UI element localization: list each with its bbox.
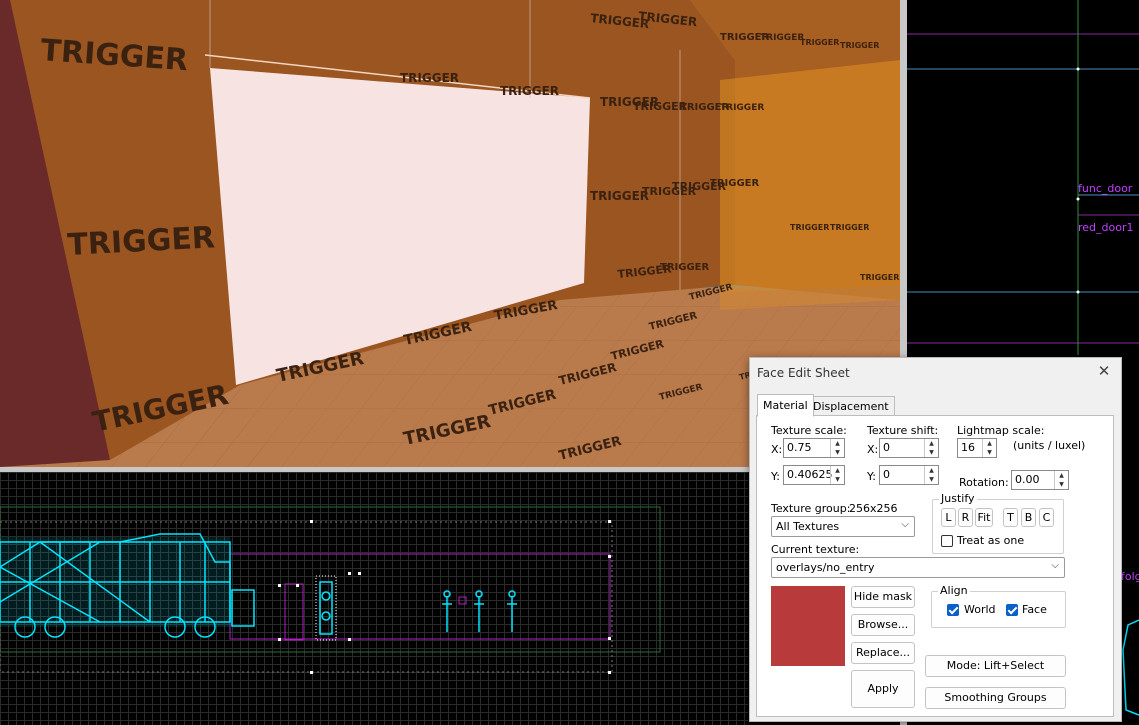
texture-scale-x-value: 0.75 [787,441,812,454]
spin-arrows[interactable]: ▲ ▼ [924,439,938,457]
trigger-text: TRIGGER [840,41,879,50]
face-edit-sheet: Face Edit Sheet ✕ Material Displacement … [749,357,1122,722]
lightmap-scale-value: 16 [961,441,975,454]
texture-shift-y-input[interactable]: 0 ▲ ▼ [879,465,939,485]
trigger-text: TRIGGER [860,273,899,282]
spin-arrows[interactable]: ▲ ▼ [830,439,844,457]
viewport-top-grid [907,0,1139,355]
texture-shift-y-label: Y: [867,470,876,483]
align-face-checkbox[interactable] [1006,604,1018,616]
lightmap-scale-input[interactable]: 16 ▲ ▼ [957,438,997,458]
chevron-down-icon: ⌵ [901,519,909,530]
mode-button[interactable]: Mode: Lift+Select [925,655,1066,677]
texture-group-value: All Textures [776,520,840,533]
justify-center-button[interactable]: C [1039,508,1054,527]
spin-arrows[interactable]: ▲ ▼ [1054,471,1068,489]
texture-shift-x-input[interactable]: 0 ▲ ▼ [879,438,939,458]
entity-label-fragment: folg [1121,570,1139,583]
trigger-text: TRIGGER [760,33,804,43]
trigger-text: TRIGGER [590,189,649,203]
dialog-title: Face Edit Sheet [757,366,850,380]
texture-shift-y-value: 0 [883,468,890,481]
apply-button[interactable]: Apply [851,670,915,708]
lightmap-scale-label: Lightmap scale: [957,424,1045,437]
current-texture-label: Current texture: [771,543,860,556]
close-icon[interactable]: ✕ [1095,362,1113,380]
align-world-checkbox[interactable] [947,604,959,616]
treat-as-one-checkbox[interactable] [941,535,953,547]
texture-preview[interactable] [771,586,845,666]
justify-bottom-button[interactable]: B [1021,508,1036,527]
texture-group-label: Texture group: [771,502,851,515]
trigger-text: TRIGGER [720,103,764,113]
trigger-text: TRIGGER [790,223,829,232]
align-world-label: World [964,603,996,616]
replace-button[interactable]: Replace... [851,642,915,664]
justify-left-button[interactable]: L [941,508,956,527]
align-label: Align [938,584,970,597]
lightmap-units-label: (units / luxel) [1013,439,1086,452]
trigger-text: TRIGGER [500,84,559,98]
trigger-text: TRIGGER [800,38,839,47]
justify-top-button[interactable]: T [1003,508,1018,527]
texture-scale-y-label: Y: [771,470,780,483]
justify-fit-button[interactable]: Fit [975,508,993,527]
texture-scale-x-input[interactable]: 0.75 ▲ ▼ [783,438,845,458]
rotation-value: 0.00 [1015,473,1040,486]
viewport-side[interactable] [0,472,748,725]
browse-button[interactable]: Browse... [851,614,915,636]
align-group: Align World Face [931,584,1066,628]
spin-arrows[interactable]: ▲ ▼ [830,466,844,484]
align-face-label: Face [1022,603,1047,616]
entity-label-red-door: red_door1 [1078,221,1134,234]
trigger-text: TRIGGER [400,71,459,85]
material-panel: Texture scale: X: 0.75 ▲ ▼ Y: 0.40625 ▲ ▼ … [756,415,1114,717]
justify-group: Justify L R Fit T B C Treat as one [932,492,1064,554]
rotation-label: Rotation: [959,476,1009,489]
texture-shift-x-value: 0 [883,441,890,454]
justify-right-button[interactable]: R [958,508,973,527]
texture-shift-x-label: X: [867,443,879,456]
justify-label: Justify [939,492,977,505]
viewport-top[interactable]: func_door red_door1 [907,0,1139,355]
texture-scale-label: Texture scale: [771,424,847,437]
treat-as-one-label: Treat as one [957,534,1025,547]
texture-group-select[interactable]: All Textures ⌵ [771,516,915,537]
current-texture-select[interactable]: overlays/no_entry ⌵ [771,557,1065,578]
current-texture-value: overlays/no_entry [776,561,875,574]
spin-arrows[interactable]: ▲ ▼ [924,466,938,484]
trigger-text: TRIGGER [660,262,709,273]
texture-shift-label: Texture shift: [867,424,939,437]
trigger-text: TRIGGER [710,178,759,189]
smoothing-groups-button[interactable]: Smoothing Groups [925,687,1066,709]
chevron-down-icon: ⌵ [1051,560,1059,571]
rotation-input[interactable]: 0.00 ▲ ▼ [1011,470,1069,490]
spin-arrows[interactable]: ▲ ▼ [982,439,996,457]
texture-scale-y-input[interactable]: 0.40625 ▲ ▼ [783,465,845,485]
tab-material[interactable]: Material [757,394,814,417]
texture-scale-y-value: 0.40625 [787,468,833,481]
texture-size-label: 256x256 [849,502,898,515]
trigger-text: TRIGGER [830,223,869,232]
entity-label-func-door: func_door [1078,182,1133,195]
tab-displacement[interactable]: Displacement [807,396,895,417]
texture-scale-x-label: X: [771,443,783,456]
hide-mask-button[interactable]: Hide mask [851,586,915,608]
viewport-side-scene [0,506,661,674]
